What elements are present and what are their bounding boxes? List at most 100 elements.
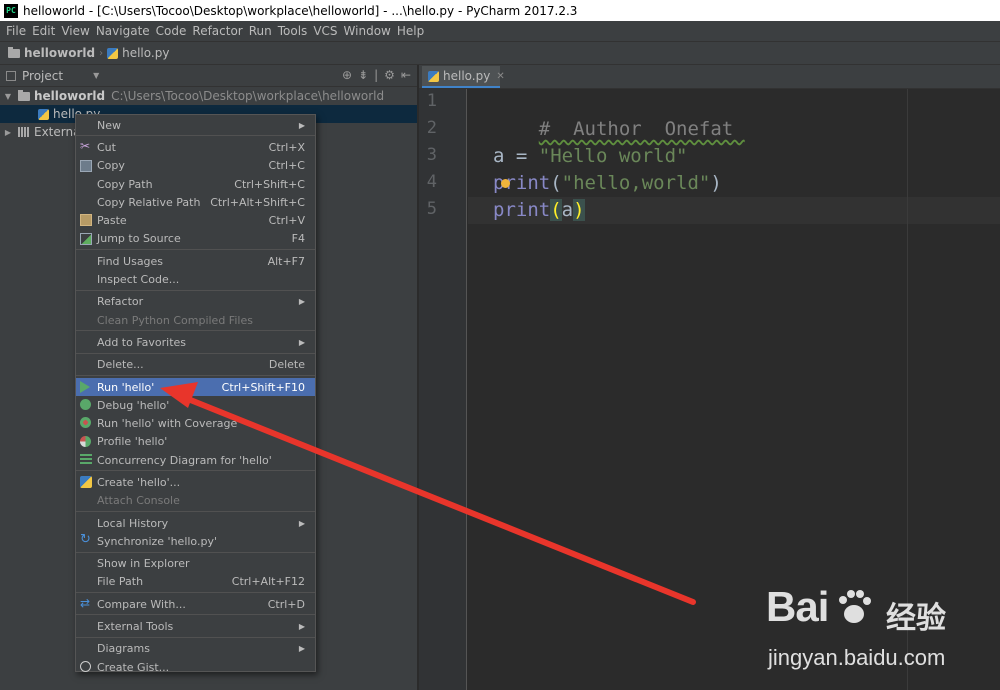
python-file-icon [38,108,49,120]
paw-icon [839,590,871,623]
menu-item-label: Find Usages [97,254,164,268]
menu-item-label: Profile 'hello' [97,435,168,449]
scissors-icon [80,140,92,153]
menu-item-label: Cut [97,140,116,154]
menu-item-new[interactable]: New ▶ [76,116,315,134]
library-icon [18,127,30,137]
code-string: "hello,world" [561,172,711,194]
gear-icon[interactable]: ⚙ [384,68,395,82]
breadcrumb-file[interactable]: hello.py [107,46,169,60]
menu-item-copy-relative-path[interactable]: Copy Relative Path Ctrl+Alt+Shift+C [76,193,315,211]
menu-run[interactable]: Run [246,24,275,38]
menu-item-inspect-code[interactable]: Inspect Code... [76,270,315,288]
menu-item-run-hello[interactable]: Run 'hello' Ctrl+Shift+F10 [76,377,315,397]
watermark-logo-text: Bai [766,583,829,630]
menu-item-show-in-explorer[interactable]: Show in Explorer [76,555,315,573]
code-paren-match: ( [550,199,562,221]
code-line-4[interactable]: print("hello,world") [493,170,722,197]
menu-separator [76,551,315,553]
jump-to-source-icon [80,232,92,245]
menu-vcs[interactable]: VCS [310,24,340,38]
menu-item-label: External Tools [97,620,174,634]
menu-item-label: Inspect Code... [97,273,180,287]
menu-item-jump-to-source[interactable]: Jump to Source F4 [76,230,315,248]
menu-item-run-with-coverage[interactable]: Run 'hello' with Coverage [76,414,315,432]
menu-item-shortcut: F4 [291,232,305,246]
menu-code[interactable]: Code [153,24,190,38]
line-number: 2 [426,118,437,138]
code-argument: a [561,199,574,221]
python-icon [80,476,92,489]
submenu-arrow-icon: ▶ [298,337,305,347]
menu-item-clean-compiled: Clean Python Compiled Files [76,311,315,329]
menu-item-find-usages[interactable]: Find Usages Alt+F7 [76,252,315,270]
code-paren: ) [710,172,722,194]
code-line-1[interactable]: # Author Onefat [493,89,745,140]
menu-item-compare-with[interactable]: Compare With... Ctrl+D [76,595,315,613]
project-panel-title[interactable]: Project [22,69,63,83]
menu-item-label: Debug 'hello' [97,398,170,412]
collapse-arrow-icon[interactable]: ▶ [2,128,14,137]
code-line-3[interactable]: a = "Hello world" [493,143,687,170]
menu-item-profile-hello[interactable]: Profile 'hello' [76,433,315,451]
menu-file[interactable]: File [3,24,29,38]
window-title: helloworld - [C:\Users\Tocoo\Desktop\wor… [23,3,578,18]
menu-item-copy-path[interactable]: Copy Path Ctrl+Shift+C [76,175,315,193]
scroll-from-source-icon[interactable]: ⊕ [342,68,352,82]
project-panel-tools: ⊕ ⇟ | ⚙ ⇤ [342,68,411,82]
menu-item-shortcut: Ctrl+C [268,159,305,173]
tree-root-item[interactable]: ▼ helloworld C:\Users\Tocoo\Desktop\work… [0,87,417,105]
menu-item-debug-hello[interactable]: Debug 'hello' [76,396,315,414]
close-icon[interactable]: ✕ [496,71,504,82]
line-number: 5 [426,199,437,219]
menu-help[interactable]: Help [394,24,427,38]
watermark-url: jingyan.baidu.com [768,645,946,670]
menu-item-refactor[interactable]: Refactor ▶ [76,293,315,311]
menu-item-label: Jump to Source [97,232,181,246]
chevron-down-icon[interactable]: ▼ [93,71,99,80]
menu-view[interactable]: View [58,24,92,38]
menu-item-file-path[interactable]: File Path Ctrl+Alt+F12 [76,573,315,591]
menu-item-paste[interactable]: Paste Ctrl+V [76,211,315,229]
menu-item-label: Concurrency Diagram for 'hello' [97,453,272,467]
menu-item-diagrams[interactable]: Diagrams ▶ [76,640,315,658]
tab-label: hello.py [443,69,491,83]
python-file-icon [107,47,119,59]
menu-item-shortcut: Ctrl+Shift+C [234,177,305,191]
lightbulb-icon[interactable] [501,179,510,188]
menu-item-label: Create 'hello'... [97,475,181,489]
menu-item-create-gist[interactable]: Create Gist... [76,658,315,676]
menu-window[interactable]: Window [341,24,394,38]
menu-item-label: Copy Relative Path [97,195,201,209]
menu-item-synchronize[interactable]: Synchronize 'hello.py' [76,532,315,550]
collapse-all-icon[interactable]: ⇟ [358,68,368,82]
tree-root-label: helloworld [34,89,106,103]
menu-refactor[interactable]: Refactor [189,24,245,38]
line-number-gutter: 1 2 3 4 5 [419,89,467,690]
coverage-icon [80,417,91,429]
menu-item-create-hello[interactable]: Create 'hello'... [76,473,315,491]
menu-item-attach-console: Attach Console [76,492,315,510]
menu-tools[interactable]: Tools [275,24,311,38]
menu-item-delete[interactable]: Delete... Delete [76,356,315,374]
menu-item-shortcut: Alt+F7 [267,254,305,268]
menu-edit[interactable]: Edit [29,24,58,38]
concurrency-icon [80,454,92,467]
menu-item-local-history[interactable]: Local History ▶ [76,514,315,532]
menu-item-label: Refactor [97,295,144,309]
menu-navigate[interactable]: Navigate [93,24,153,38]
menu-item-shortcut: Ctrl+X [268,140,305,154]
context-menu: New ▶ Cut Ctrl+X Copy Ctrl+C Copy Path Ctrl+… [75,114,316,674]
menu-separator [76,510,315,512]
menu-item-external-tools[interactable]: External Tools ▶ [76,617,315,635]
hide-panel-icon[interactable]: ⇤ [401,68,411,82]
submenu-arrow-icon: ▶ [298,297,305,307]
menu-item-concurrency-diagram[interactable]: Concurrency Diagram for 'hello' [76,451,315,469]
expand-arrow-icon[interactable]: ▼ [2,92,14,101]
menu-item-add-to-favorites[interactable]: Add to Favorites ▶ [76,333,315,351]
tab-hello-py[interactable]: hello.py ✕ [422,66,505,88]
code-line-5[interactable]: print(a) [493,197,585,224]
menu-item-copy[interactable]: Copy Ctrl+C [76,157,315,175]
menu-item-cut[interactable]: Cut Ctrl+X [76,138,315,156]
breadcrumb-project[interactable]: helloworld [8,46,95,60]
